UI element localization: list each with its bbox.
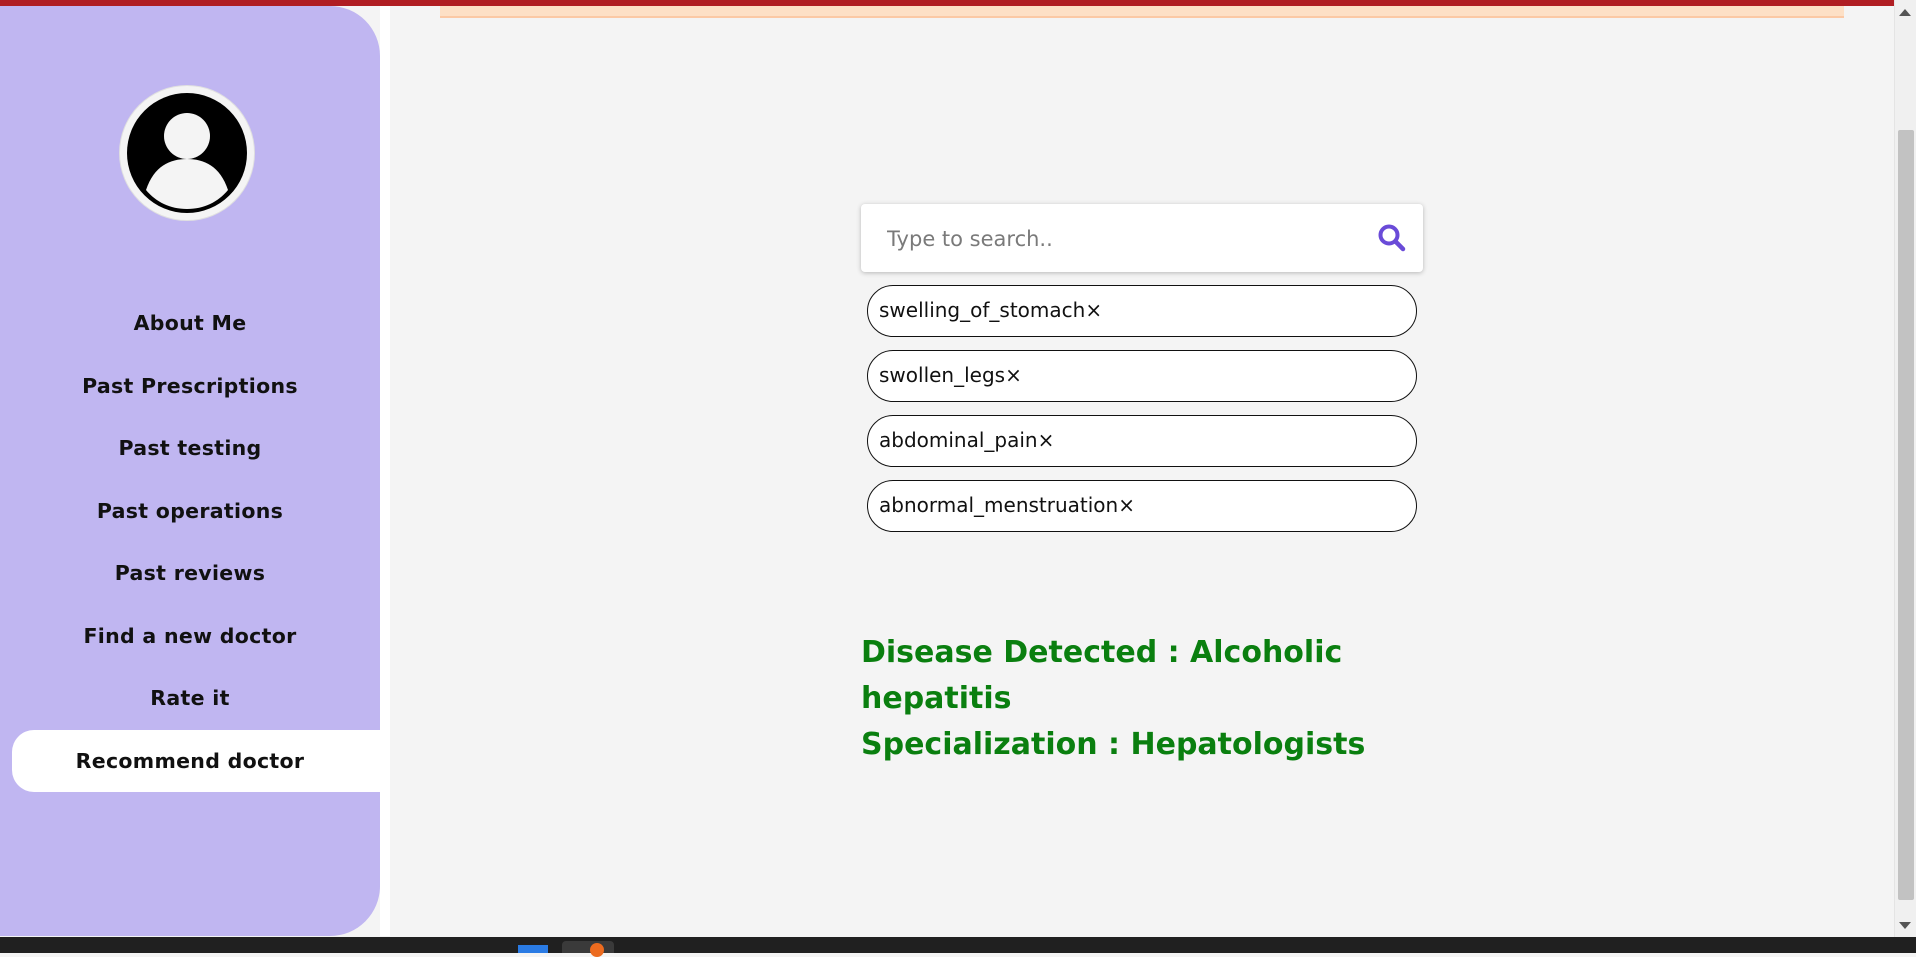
symptom-tag-label: abdominal_pain [879, 428, 1038, 452]
sidebar-divider [380, 6, 390, 936]
taskbar-active-app[interactable] [562, 941, 614, 953]
search-box [861, 204, 1423, 272]
sidebar-item-past-testing[interactable]: Past testing [0, 417, 380, 480]
sidebar-item-recommend-doctor[interactable]: Recommend doctor [12, 729, 380, 792]
symptom-tag: abnormal_menstruation× [867, 480, 1417, 532]
search-input[interactable] [885, 216, 1369, 262]
remove-tag-button[interactable]: × [1085, 298, 1102, 322]
profile-avatar[interactable] [120, 86, 254, 220]
browser-icon[interactable] [590, 943, 604, 957]
taskbar-app-icon[interactable] [518, 945, 548, 953]
remove-tag-button[interactable]: × [1005, 363, 1022, 387]
sidebar-item-find-new-doctor[interactable]: Find a new doctor [0, 605, 380, 668]
user-icon [127, 93, 247, 213]
scroll-down-arrow-icon[interactable] [1899, 922, 1911, 929]
scrollbar-thumb[interactable] [1898, 130, 1914, 900]
sidebar-item-past-reviews[interactable]: Past reviews [0, 542, 380, 605]
remove-tag-button[interactable]: × [1038, 428, 1055, 452]
symptom-tag: swelling_of_stomach× [867, 285, 1417, 337]
vertical-scrollbar[interactable] [1894, 0, 1916, 937]
symptom-tag-list: swelling_of_stomach× swollen_legs× abdom… [867, 285, 1417, 545]
symptom-tag-label: swollen_legs [879, 363, 1006, 387]
alert-strip [440, 6, 1844, 18]
symptom-tag: swollen_legs× [867, 350, 1417, 402]
diagnosis-result: Disease Detected : Alcoholic hepatitis S… [861, 630, 1421, 768]
scroll-up-arrow-icon[interactable] [1899, 9, 1911, 16]
sidebar-item-about-me[interactable]: About Me [0, 292, 380, 355]
specialization-text: Specialization : Hepatologists [861, 727, 1366, 762]
symptom-tag-label: abnormal_menstruation [879, 493, 1119, 517]
search-icon[interactable] [1376, 222, 1408, 254]
sidebar-item-rate-it[interactable]: Rate it [0, 667, 380, 730]
os-taskbar [0, 937, 1916, 957]
disease-detected-text: Disease Detected : Alcoholic hepatitis [861, 635, 1343, 716]
remove-tag-button[interactable]: × [1118, 493, 1135, 517]
sidebar-item-past-operations[interactable]: Past operations [0, 480, 380, 543]
symptom-tag: abdominal_pain× [867, 415, 1417, 467]
sidebar-item-past-prescriptions[interactable]: Past Prescriptions [0, 355, 380, 418]
sidebar-nav: About Me Past Prescriptions Past testing… [0, 292, 380, 792]
symptom-tag-label: swelling_of_stomach [879, 298, 1086, 322]
sidebar: About Me Past Prescriptions Past testing… [0, 6, 380, 936]
